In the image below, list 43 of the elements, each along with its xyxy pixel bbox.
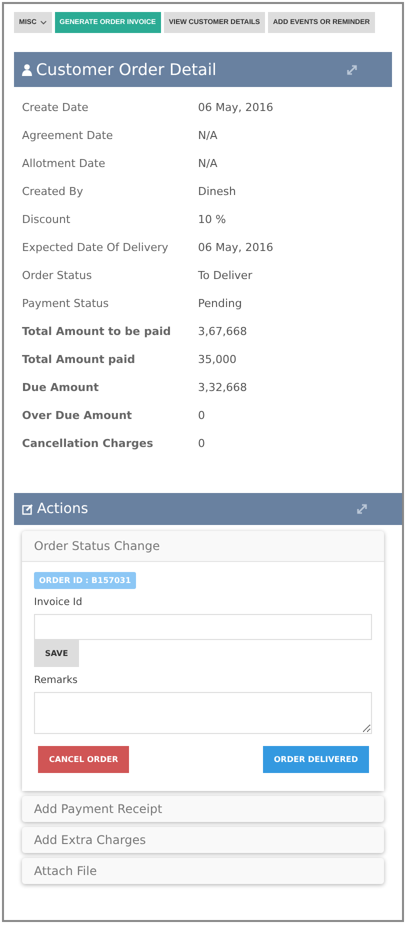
accordion-header[interactable]: Add Extra Charges xyxy=(22,827,384,853)
detail-value: 10 % xyxy=(198,212,226,226)
detail-value: N/A xyxy=(198,156,218,170)
accordion-header[interactable]: Add Payment Receipt xyxy=(22,796,384,822)
detail-label: Order Status xyxy=(22,268,93,282)
detail-label: Created By xyxy=(22,184,84,198)
detail-value: 06 May, 2016 xyxy=(198,100,274,114)
detail-label: Cancellation Charges xyxy=(22,436,154,450)
panel-title: Actions xyxy=(37,501,90,517)
edit-icon xyxy=(22,504,33,514)
detail-value: N/A xyxy=(198,128,218,142)
remarks-field[interactable] xyxy=(34,692,372,734)
detail-value: Pending xyxy=(198,296,242,310)
accordion-header[interactable]: Attach File xyxy=(22,858,384,884)
detail-value: To Deliver xyxy=(198,268,252,282)
detail-label: Expected Date Of Delivery xyxy=(22,240,170,254)
user-icon xyxy=(22,64,32,76)
detail-label: Total Amount paid xyxy=(22,352,136,366)
expand-icon[interactable] xyxy=(356,503,368,515)
detail-label: Total Amount to be paid xyxy=(22,324,172,338)
detail-value: 06 May, 2016 xyxy=(198,240,274,254)
field-label: Remarks xyxy=(34,675,78,686)
expand-icon[interactable] xyxy=(346,64,358,76)
field-label: Invoice Id xyxy=(34,597,82,608)
order-id-badge: ORDER ID : B157031 xyxy=(34,572,136,589)
detail-label: Payment Status xyxy=(22,296,110,310)
detail-label: Over Due Amount xyxy=(22,408,133,422)
detail-label: Due Amount xyxy=(22,380,100,394)
detail-value: Dinesh xyxy=(198,184,236,198)
detail-value: 3,32,668 xyxy=(198,380,247,394)
detail-value: 3,67,668 xyxy=(198,324,247,338)
detail-label: Discount xyxy=(22,212,72,226)
detail-value: 0 xyxy=(198,436,205,450)
detail-value: 0 xyxy=(198,408,205,422)
detail-label: Agreement Date xyxy=(22,128,114,142)
panel-title: Customer Order Detail xyxy=(36,60,218,79)
detail-value: 35,000 xyxy=(198,352,236,366)
cancel-order-button[interactable]: CANCEL ORDER xyxy=(38,746,130,773)
detail-label: Create Date xyxy=(22,100,90,114)
detail-label: Allotment Date xyxy=(22,156,106,170)
order-delivered-button[interactable]: ORDER DELIVERED xyxy=(262,746,369,773)
save-button[interactable]: SAVE xyxy=(34,640,80,667)
input-field[interactable] xyxy=(34,614,372,640)
